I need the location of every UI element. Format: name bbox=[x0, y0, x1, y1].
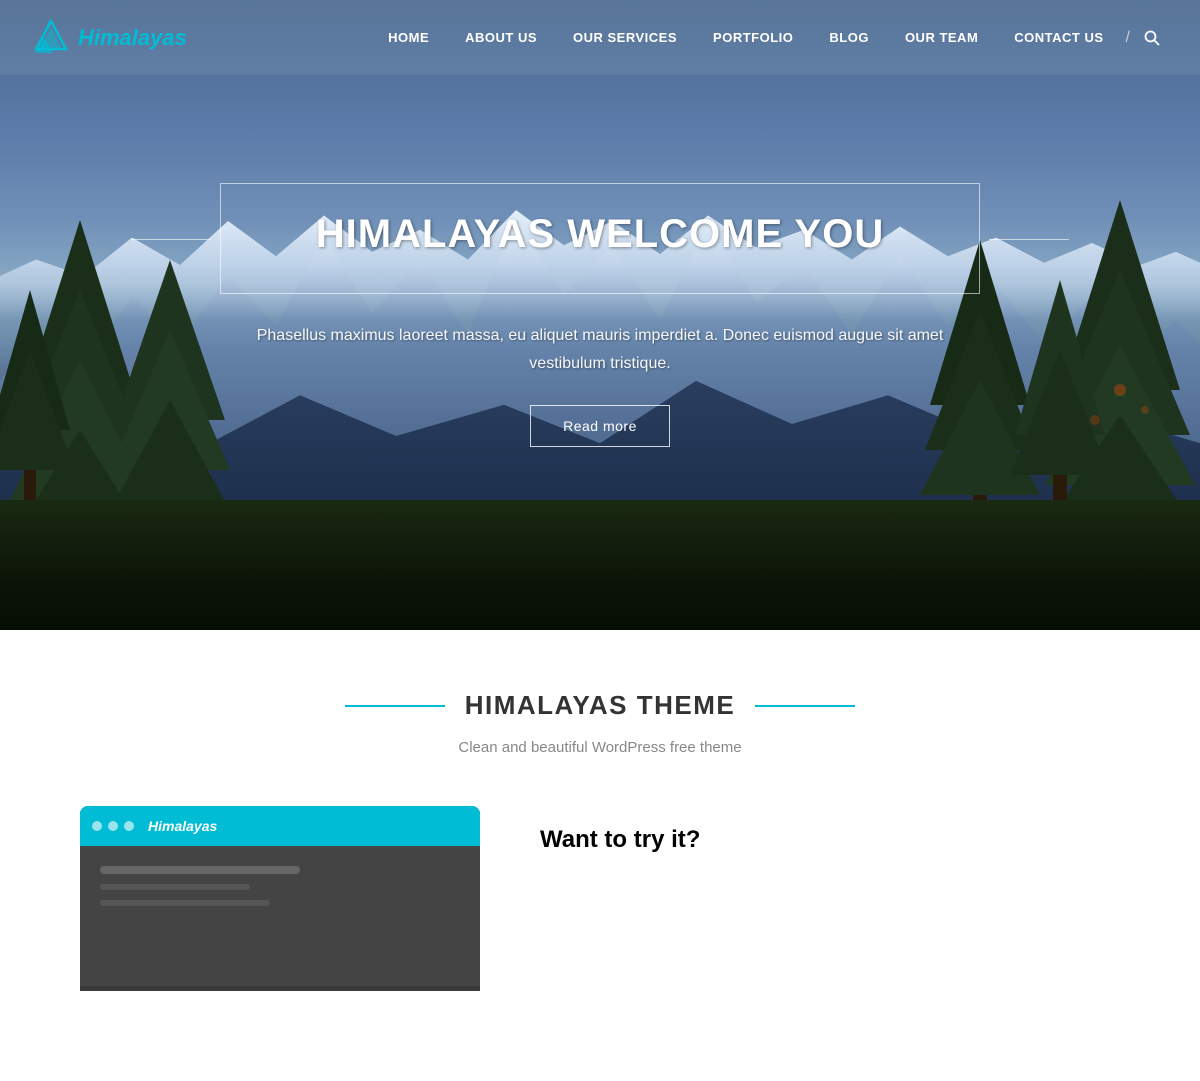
device-mockup: Himalayas bbox=[80, 806, 480, 991]
hero-title-box: HIMALAYAS WELCOME YOU bbox=[220, 183, 980, 294]
try-text: Want to try it? bbox=[540, 806, 700, 854]
title-line-left bbox=[345, 705, 445, 707]
try-section: Himalayas Want to try it? bbox=[20, 806, 1180, 1031]
search-button[interactable] bbox=[1134, 0, 1170, 75]
nav-team[interactable]: OUR TEAM bbox=[887, 0, 996, 75]
mockup-body bbox=[80, 846, 480, 991]
logo-text: Himalayas bbox=[78, 25, 187, 51]
mockup-dot-3 bbox=[124, 821, 134, 831]
mockup-dot-1 bbox=[92, 821, 102, 831]
nav-services[interactable]: OUR SERVICES bbox=[555, 0, 695, 75]
site-header: Himalayas HOME ABOUT US OUR SERVICES POR… bbox=[0, 0, 1200, 75]
logo-icon bbox=[30, 17, 72, 59]
hero-title: HIMALAYAS WELCOME YOU bbox=[281, 212, 919, 257]
theme-title-wrapper: HIMALAYAS THEME bbox=[20, 690, 1180, 721]
hero-section: HIMALAYAS WELCOME YOU Phasellus maximus … bbox=[0, 0, 1200, 630]
hero-description: Phasellus maximus laoreet massa, eu aliq… bbox=[220, 322, 980, 376]
nav-blog[interactable]: BLOG bbox=[811, 0, 887, 75]
hero-content: HIMALAYAS WELCOME YOU Phasellus maximus … bbox=[200, 163, 1000, 466]
try-title: Want to try it? bbox=[540, 826, 700, 854]
title-line-right bbox=[755, 705, 855, 707]
nav-about[interactable]: ABOUT US bbox=[447, 0, 555, 75]
search-icon bbox=[1144, 30, 1160, 46]
theme-section-title: HIMALAYAS THEME bbox=[465, 690, 736, 721]
logo-link[interactable]: Himalayas bbox=[30, 17, 187, 59]
ground bbox=[0, 500, 1200, 630]
read-more-button[interactable]: Read more bbox=[530, 405, 670, 447]
nav-contact[interactable]: CONTACT US bbox=[996, 0, 1121, 75]
mockup-dot-2 bbox=[108, 821, 118, 831]
nav-portfolio[interactable]: PORTFOLIO bbox=[695, 0, 811, 75]
nav-home[interactable]: HOME bbox=[370, 0, 447, 75]
main-nav: HOME ABOUT US OUR SERVICES PORTFOLIO BLO… bbox=[370, 0, 1170, 75]
theme-section: HIMALAYAS THEME Clean and beautiful Word… bbox=[0, 630, 1200, 1081]
mockup-logo-text: Himalayas bbox=[148, 818, 217, 834]
theme-section-subtitle: Clean and beautiful WordPress free theme bbox=[20, 739, 1180, 756]
mockup-content bbox=[80, 846, 480, 986]
mockup-bar: Himalayas bbox=[80, 806, 480, 846]
nav-divider: / bbox=[1122, 29, 1134, 47]
